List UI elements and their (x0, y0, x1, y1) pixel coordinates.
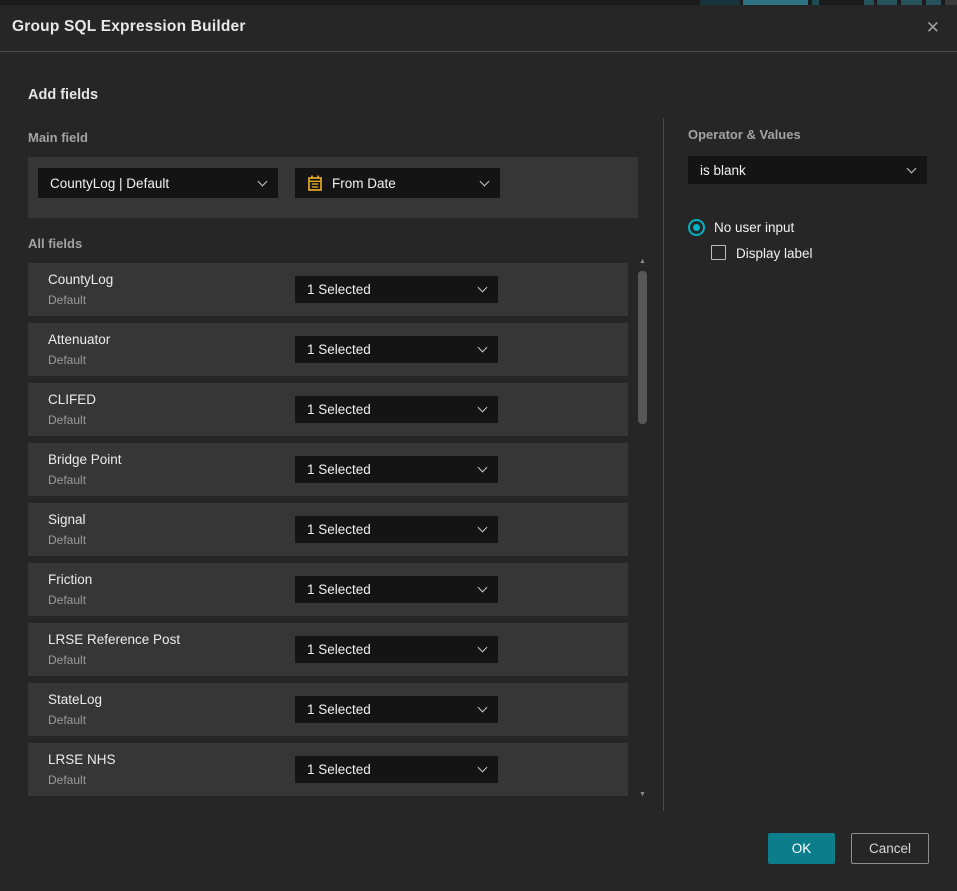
field-selection-value: 1 Selected (307, 762, 479, 777)
add-fields-heading: Add fields (28, 87, 98, 103)
panel-divider (663, 118, 664, 811)
field-selection-value: 1 Selected (307, 402, 479, 417)
main-field-layer-select[interactable]: CountyLog | Default (38, 168, 278, 198)
chevron-down-icon (480, 176, 490, 186)
scrollbar-thumb[interactable] (638, 271, 647, 424)
group-sql-expression-builder-dialog: Group SQL Expression Builder ✕ Add field… (0, 5, 957, 891)
display-label-text: Display label (736, 246, 813, 261)
field-sublabel: Default (48, 473, 86, 487)
field-name: Signal (48, 512, 86, 527)
main-field-field-select[interactable]: From Date (295, 168, 500, 198)
field-selection-dropdown[interactable]: 1 Selected (295, 516, 498, 543)
dialog-titlebar: Group SQL Expression Builder ✕ (0, 5, 957, 52)
operator-values-label: Operator & Values (688, 127, 801, 142)
main-field-layer-select-value: CountyLog | Default (50, 176, 259, 191)
field-row-clifed: CLIFED Default 1 Selected (28, 383, 628, 436)
field-sublabel: Default (48, 533, 86, 547)
cancel-button[interactable]: Cancel (851, 833, 929, 864)
field-selection-value: 1 Selected (307, 282, 479, 297)
field-row-countylog: CountyLog Default 1 Selected (28, 263, 628, 316)
chevron-down-icon (478, 463, 488, 473)
chevron-down-icon (478, 343, 488, 353)
field-row-signal: Signal Default 1 Selected (28, 503, 628, 556)
field-row-friction: Friction Default 1 Selected (28, 563, 628, 616)
chevron-down-icon (258, 176, 268, 186)
display-label-checkbox[interactable] (711, 245, 726, 260)
chevron-down-icon (478, 703, 488, 713)
no-user-input-label: No user input (714, 220, 794, 235)
field-sublabel: Default (48, 773, 86, 787)
field-selection-value: 1 Selected (307, 522, 479, 537)
chevron-down-icon (478, 403, 488, 413)
field-name: Bridge Point (48, 452, 122, 467)
field-sublabel: Default (48, 593, 86, 607)
ok-button[interactable]: OK (768, 833, 835, 864)
field-sublabel: Default (48, 713, 86, 727)
chevron-down-icon (478, 523, 488, 533)
field-sublabel: Default (48, 353, 86, 367)
field-row-lrse-nhs: LRSE NHS Default 1 Selected (28, 743, 628, 796)
chevron-down-icon (478, 763, 488, 773)
no-user-input-radio[interactable] (688, 219, 705, 236)
field-selection-dropdown[interactable]: 1 Selected (295, 636, 498, 663)
operator-select[interactable]: is blank (688, 156, 927, 184)
field-sublabel: Default (48, 653, 86, 667)
field-name: CLIFED (48, 392, 96, 407)
calendar-date-icon (307, 175, 323, 191)
field-selection-dropdown[interactable]: 1 Selected (295, 336, 498, 363)
all-fields-label: All fields (28, 236, 82, 251)
operator-select-value: is blank (700, 163, 908, 178)
main-field-field-select-value: From Date (332, 176, 481, 191)
close-icon[interactable]: ✕ (926, 16, 940, 40)
field-name: LRSE Reference Post (48, 632, 180, 647)
field-name: CountyLog (48, 272, 113, 287)
screen: Group SQL Expression Builder ✕ Add field… (0, 0, 957, 891)
field-name: Friction (48, 572, 92, 587)
field-selection-dropdown[interactable]: 1 Selected (295, 456, 498, 483)
field-selection-dropdown[interactable]: 1 Selected (295, 756, 498, 783)
field-row-lrse-reference-post: LRSE Reference Post Default 1 Selected (28, 623, 628, 676)
chevron-down-icon (478, 643, 488, 653)
scroll-up-arrow-icon[interactable]: ▲ (637, 258, 648, 266)
field-selection-value: 1 Selected (307, 342, 479, 357)
field-sublabel: Default (48, 293, 86, 307)
field-sublabel: Default (48, 413, 86, 427)
main-field-label: Main field (28, 130, 88, 145)
field-name: StateLog (48, 692, 102, 707)
chevron-down-icon (478, 583, 488, 593)
chevron-down-icon (907, 163, 917, 173)
field-selection-value: 1 Selected (307, 462, 479, 477)
dialog-title: Group SQL Expression Builder (12, 18, 246, 36)
field-selection-dropdown[interactable]: 1 Selected (295, 276, 498, 303)
chevron-down-icon (478, 283, 488, 293)
field-row-bridge-point: Bridge Point Default 1 Selected (28, 443, 628, 496)
field-selection-value: 1 Selected (307, 582, 479, 597)
field-selection-value: 1 Selected (307, 642, 479, 657)
field-row-statelog: StateLog Default 1 Selected (28, 683, 628, 736)
field-selection-value: 1 Selected (307, 702, 479, 717)
field-row-attenuator: Attenuator Default 1 Selected (28, 323, 628, 376)
field-name: LRSE NHS (48, 752, 116, 767)
radio-selected-dot-icon (693, 224, 700, 231)
field-selection-dropdown[interactable]: 1 Selected (295, 696, 498, 723)
field-selection-dropdown[interactable]: 1 Selected (295, 576, 498, 603)
main-field-panel: CountyLog | Default From Date (28, 157, 638, 218)
field-selection-dropdown[interactable]: 1 Selected (295, 396, 498, 423)
scroll-down-arrow-icon[interactable]: ▼ (637, 791, 648, 799)
field-name: Attenuator (48, 332, 110, 347)
